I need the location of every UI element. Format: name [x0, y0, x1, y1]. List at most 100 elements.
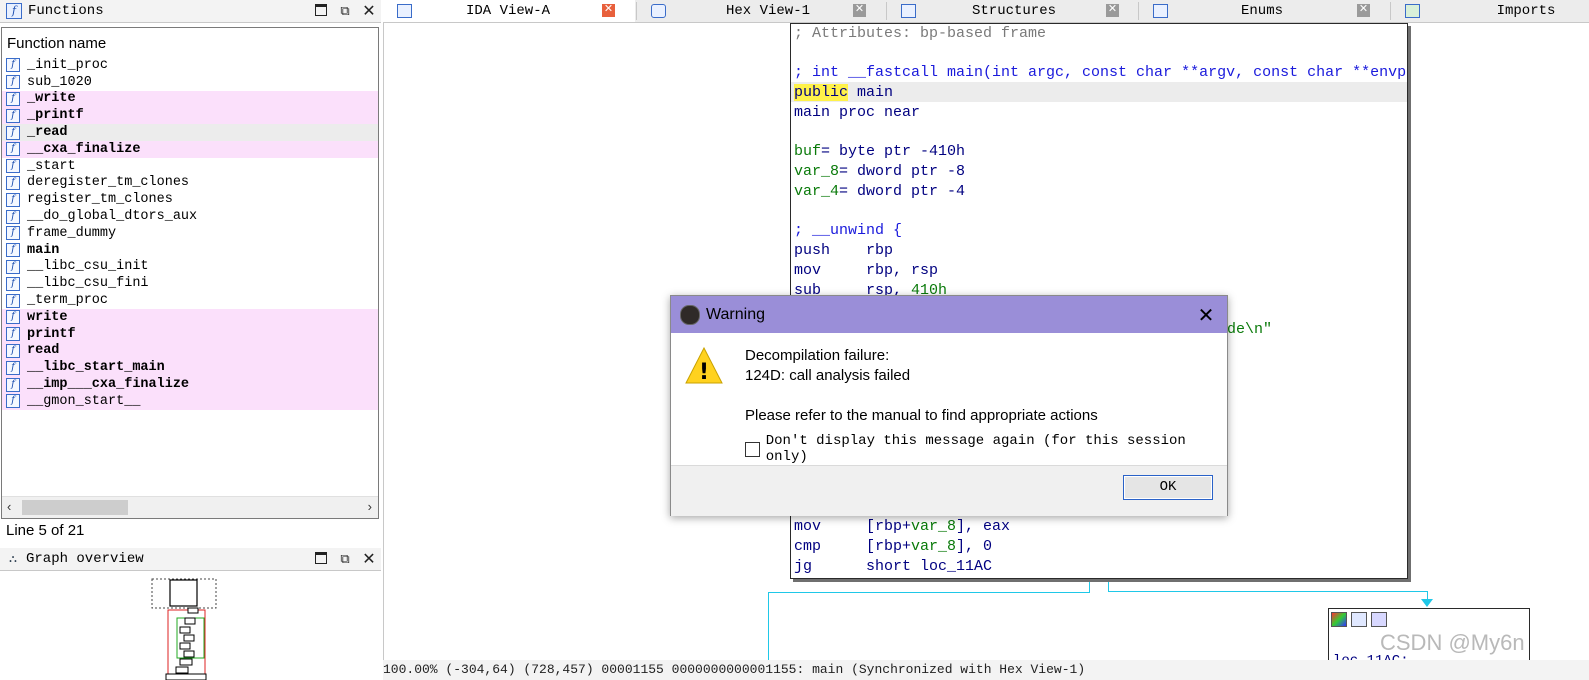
tab-imports[interactable]: Imports: [1391, 0, 1589, 22]
dont-show-again-label[interactable]: Don't display this message again (for th…: [766, 433, 1227, 465]
function-row[interactable]: f __libc_csu_fini: [2, 275, 378, 292]
function-row[interactable]: f _term_proc: [2, 292, 378, 309]
tab-label: Hex View-1: [725, 3, 810, 19]
close-tab-icon[interactable]: ✕: [853, 4, 866, 17]
code-instr-push[interactable]: push rbp: [794, 242, 893, 259]
close-icon[interactable]: ✕: [357, 1, 381, 21]
functions-list: Function name f _init_proc f sub_1020 f _writ…: [1, 27, 379, 519]
function-row[interactable]: f _read: [2, 124, 378, 141]
function-name: __gmon_start__: [27, 393, 141, 409]
close-icon[interactable]: ✕: [357, 549, 381, 569]
function-row[interactable]: f _start: [2, 158, 378, 175]
function-row[interactable]: f frame_dummy: [2, 225, 378, 242]
code-instr-cmp[interactable]: cmp [rbp+var_8], 0: [794, 538, 992, 555]
function-row[interactable]: f __imp___cxa_finalize: [2, 376, 378, 393]
function-icon: f: [6, 310, 20, 325]
imports-icon: [1405, 4, 1420, 18]
svg-text:!: !: [699, 360, 709, 385]
function-name: deregister_tm_clones: [27, 175, 190, 191]
function-icon: f: [6, 159, 20, 174]
watermark: CSDN @My6n: [1380, 630, 1525, 655]
function-icon: f: [6, 91, 20, 106]
function-icon: f: [6, 360, 20, 375]
function-row[interactable]: f read: [2, 342, 378, 360]
edit-icon[interactable]: [1351, 612, 1367, 627]
close-tab-icon[interactable]: ✕: [602, 4, 615, 17]
function-icon: f: [6, 175, 20, 190]
function-row[interactable]: f __cxa_finalize: [2, 140, 378, 158]
column-header-function-name[interactable]: Function name: [7, 35, 106, 52]
scroll-right-icon[interactable]: ›: [368, 499, 372, 514]
code-var-buf[interactable]: buf= byte ptr -410h: [794, 143, 965, 160]
tab-hex-view-1[interactable]: Hex View-1 ✕: [637, 0, 885, 22]
function-name: _start: [27, 158, 76, 174]
function-row[interactable]: f main: [2, 242, 378, 259]
view-tab-bar: IDA View-A ✕ Hex View-1 ✕ Structures ✕ E…: [383, 0, 1589, 23]
flow-edge: [1089, 577, 1090, 593]
code-public-line[interactable]: public main: [794, 84, 893, 101]
tab-enums[interactable]: Enums ✕: [1139, 0, 1389, 22]
maximize-button[interactable]: [309, 4, 333, 19]
function-row[interactable]: f write: [2, 308, 378, 326]
close-tab-icon[interactable]: ✕: [1106, 4, 1119, 17]
function-row[interactable]: f printf: [2, 325, 378, 343]
function-name: register_tm_clones: [27, 192, 173, 208]
tab-structures[interactable]: Structures ✕: [887, 0, 1137, 22]
code-instr-mov-var8[interactable]: mov [rbp+var_8], eax: [794, 518, 1010, 535]
function-row[interactable]: f _init_proc: [2, 57, 378, 74]
function-row[interactable]: f __libc_start_main: [2, 359, 378, 377]
function-icon: f: [6, 377, 20, 392]
close-icon[interactable]: ✕: [1195, 303, 1217, 328]
dialog-footer: OK: [671, 465, 1227, 516]
scroll-left-icon[interactable]: ‹: [7, 499, 11, 514]
function-name: _init_proc: [27, 57, 109, 73]
function-icon: f: [6, 226, 20, 241]
function-row[interactable]: f _write: [2, 90, 378, 108]
function-name: main: [27, 242, 60, 258]
dont-show-again-checkbox[interactable]: [745, 441, 760, 457]
ida-app-icon: [680, 304, 700, 325]
tab-label: Enums: [1240, 3, 1283, 19]
structures-icon: [901, 4, 916, 18]
close-tab-icon[interactable]: ✕: [1357, 4, 1370, 17]
functions-title: Functions: [28, 3, 104, 19]
tab-ida-view-a[interactable]: IDA View-A ✕: [383, 0, 635, 22]
group-icon[interactable]: [1371, 612, 1387, 627]
float-button[interactable]: ⧉: [333, 3, 357, 19]
function-icon: f: [6, 125, 20, 140]
dialog-title: Warning: [706, 305, 765, 323]
function-icon: f: [6, 75, 20, 90]
tab-label: Structures: [971, 3, 1056, 19]
function-icon: f: [6, 209, 20, 224]
scrollbar-thumb[interactable]: [22, 500, 128, 515]
horizontal-scrollbar[interactable]: ‹ ›: [2, 496, 378, 518]
function-row[interactable]: f _printf: [2, 107, 378, 125]
color-icon[interactable]: [1331, 612, 1347, 627]
function-icon: f: [6, 192, 20, 207]
code-var-8[interactable]: var_8= dword ptr -8: [794, 163, 965, 180]
maximize-button[interactable]: [309, 552, 333, 567]
function-row[interactable]: f deregister_tm_clones: [2, 175, 378, 192]
ok-button[interactable]: OK: [1123, 475, 1213, 500]
dialog-message-line2: 124D: call analysis failed: [745, 367, 911, 384]
function-name: sub_1020: [27, 74, 92, 90]
code-proc-line[interactable]: main proc near: [794, 104, 920, 121]
dont-show-again-row[interactable]: Don't display this message again (for th…: [745, 433, 1227, 465]
code-var-4[interactable]: var_4= dword ptr -4: [794, 183, 965, 200]
dialog-titlebar[interactable]: Warning ✕: [671, 296, 1227, 333]
code-instr-jg[interactable]: jg short loc_11AC: [794, 558, 992, 575]
function-row[interactable]: f __libc_csu_init: [2, 259, 378, 276]
function-row[interactable]: f sub_1020: [2, 74, 378, 91]
function-name: _printf: [27, 108, 84, 124]
float-button[interactable]: ⧉: [333, 551, 357, 567]
function-row[interactable]: f register_tm_clones: [2, 191, 378, 208]
function-icon: f: [6, 293, 20, 308]
function-name: frame_dummy: [27, 225, 117, 241]
function-row[interactable]: f __gmon_start__: [2, 392, 378, 410]
code-instr-mov[interactable]: mov rbp, rsp: [794, 262, 938, 279]
flow-edge: [1108, 591, 1428, 592]
graph-thumbnail[interactable]: [150, 578, 220, 680]
function-row[interactable]: f __do_global_dtors_aux: [2, 208, 378, 225]
function-icon: f: [6, 327, 20, 342]
graph-overview-titlebar: ⛬ Graph overview ⧉ ✕: [0, 548, 381, 571]
